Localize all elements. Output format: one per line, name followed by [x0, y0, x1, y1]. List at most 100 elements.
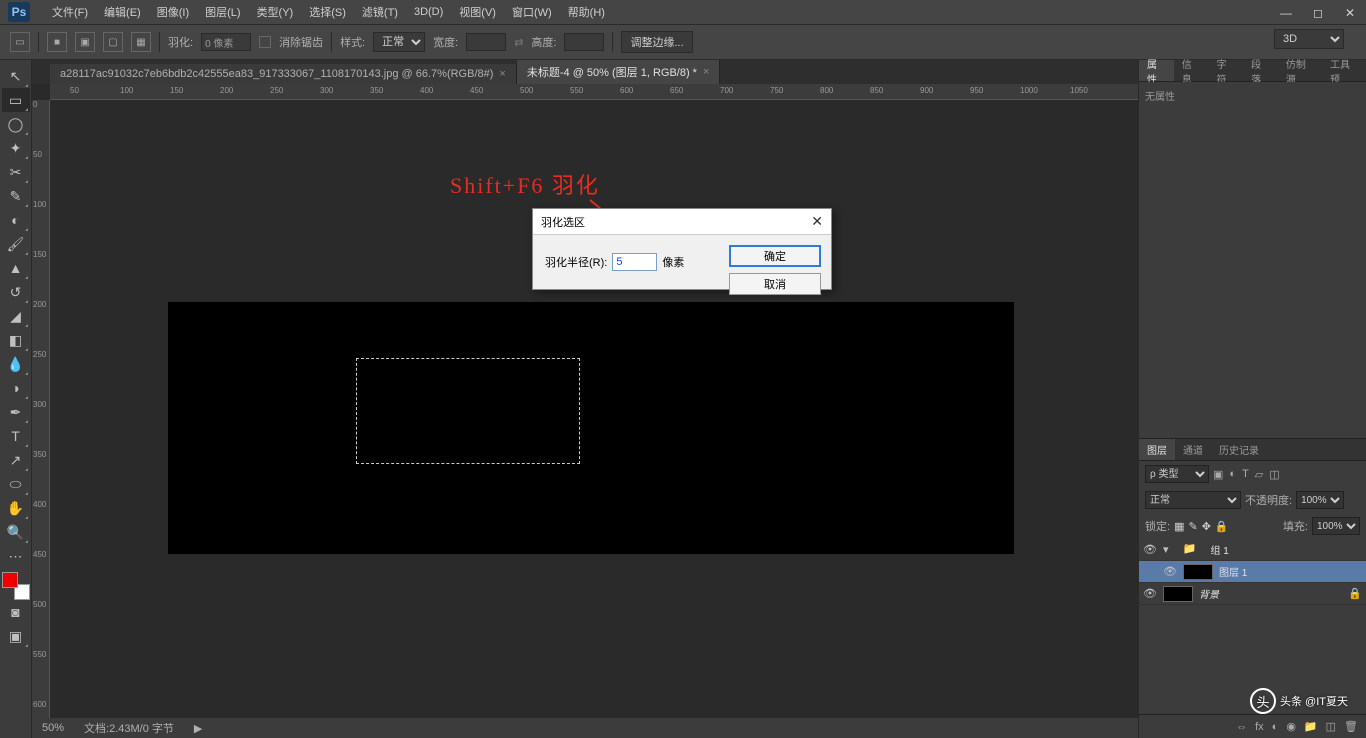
selection-add-icon[interactable]: ▣: [75, 32, 95, 52]
menu-filter[interactable]: 滤镜(T): [354, 4, 406, 20]
menu-view[interactable]: 视图(V): [451, 4, 504, 20]
tab-history[interactable]: 历史记录: [1211, 439, 1267, 460]
lock-brush-icon[interactable]: ✎: [1188, 520, 1197, 533]
layer-row-group[interactable]: 👁 ▾ 📁 组 1: [1139, 539, 1366, 561]
gradient-tool[interactable]: ◧: [2, 328, 30, 352]
fg-color[interactable]: [2, 572, 18, 588]
crop-tool[interactable]: ✂: [2, 160, 30, 184]
menu-edit[interactable]: 编辑(E): [96, 4, 149, 20]
opacity-select[interactable]: 100%: [1296, 491, 1344, 509]
menu-select[interactable]: 选择(S): [301, 4, 354, 20]
screenmode-tool[interactable]: ▣: [2, 624, 30, 648]
status-arrow-icon[interactable]: ▶: [194, 722, 202, 735]
style-select[interactable]: 正常: [373, 32, 425, 52]
color-swatches[interactable]: [2, 572, 30, 600]
ok-button[interactable]: 确定: [729, 245, 821, 267]
layer-filter-select[interactable]: ρ 类型: [1145, 465, 1209, 483]
tab-clone[interactable]: 仿制源: [1278, 60, 1322, 81]
selection-new-icon[interactable]: ■: [47, 32, 67, 52]
menu-type[interactable]: 类型(Y): [249, 4, 302, 20]
brush-tool[interactable]: 🖌: [2, 232, 30, 256]
stamp-tool[interactable]: ▲: [2, 256, 30, 280]
group-icon[interactable]: 📁: [1304, 720, 1318, 733]
swap-icon[interactable]: ⇄: [514, 36, 523, 49]
dialog-close-icon[interactable]: ✕: [811, 213, 823, 230]
height-input[interactable]: [564, 33, 604, 51]
cancel-button[interactable]: 取消: [729, 273, 821, 295]
delete-icon[interactable]: 🗑: [1344, 720, 1358, 733]
visibility-icon[interactable]: 👁: [1163, 565, 1177, 578]
tab-close-icon[interactable]: ×: [499, 68, 505, 80]
pen-tool[interactable]: ✒: [2, 400, 30, 424]
antialias-checkbox[interactable]: [259, 36, 271, 48]
history-brush-tool[interactable]: ↺: [2, 280, 30, 304]
dodge-tool[interactable]: ◑: [2, 376, 30, 400]
eyedropper-tool[interactable]: ✎: [2, 184, 30, 208]
tab-paragraph[interactable]: 段落: [1243, 60, 1278, 81]
tab-layers[interactable]: 图层: [1139, 439, 1175, 460]
type-tool[interactable]: T: [2, 424, 30, 448]
document-tab[interactable]: 未标题-4 @ 50% (图层 1, RGB/8) *×: [517, 60, 721, 84]
close-button[interactable]: ✕: [1334, 0, 1366, 25]
filter-type-icon[interactable]: T: [1242, 468, 1249, 481]
filter-shape-icon[interactable]: ▱: [1255, 468, 1263, 481]
heal-tool[interactable]: ◐: [2, 208, 30, 232]
menu-window[interactable]: 窗口(W): [504, 4, 560, 20]
menu-help[interactable]: 帮助(H): [560, 4, 613, 20]
canvas[interactable]: [168, 302, 1014, 554]
more-tool[interactable]: ⋯: [2, 544, 30, 568]
zoom-level[interactable]: 50%: [42, 722, 64, 734]
selection-intersect-icon[interactable]: ▦: [131, 32, 151, 52]
menu-3d[interactable]: 3D(D): [406, 6, 451, 18]
lock-position-icon[interactable]: ✥: [1202, 520, 1211, 533]
link-layers-icon[interactable]: ⇔: [1236, 721, 1247, 733]
menu-image[interactable]: 图像(I): [149, 4, 197, 20]
layer-name[interactable]: 图层 1: [1219, 564, 1247, 579]
3d-select[interactable]: 3D: [1274, 29, 1344, 49]
zoom-tool[interactable]: 🔍: [2, 520, 30, 544]
marquee-tool[interactable]: ▭: [2, 88, 30, 112]
tab-properties[interactable]: 属性: [1139, 60, 1174, 81]
filter-image-icon[interactable]: ▣: [1213, 468, 1223, 481]
expand-icon[interactable]: ▾: [1163, 543, 1169, 556]
new-layer-icon[interactable]: ◫: [1326, 720, 1336, 733]
blur-tool[interactable]: 💧: [2, 352, 30, 376]
eraser-tool[interactable]: ◢: [2, 304, 30, 328]
selection-subtract-icon[interactable]: ▢: [103, 32, 123, 52]
lock-pixels-icon[interactable]: ▦: [1174, 520, 1184, 533]
quickmask-tool[interactable]: ◙: [2, 600, 30, 624]
visibility-icon[interactable]: 👁: [1143, 587, 1157, 600]
layer-name[interactable]: 背景: [1199, 586, 1219, 601]
tab-character[interactable]: 字符: [1208, 60, 1243, 81]
path-tool[interactable]: ↗: [2, 448, 30, 472]
layer-name[interactable]: 组 1: [1211, 542, 1229, 557]
lasso-tool[interactable]: ◯: [2, 112, 30, 136]
tool-preset-icon[interactable]: ▭: [10, 32, 30, 52]
fx-icon[interactable]: fx: [1255, 721, 1264, 733]
hand-tool[interactable]: ✋: [2, 496, 30, 520]
tab-info[interactable]: 信息: [1174, 60, 1209, 81]
maximize-button[interactable]: ◻: [1302, 0, 1334, 25]
adjustment-icon[interactable]: ◉: [1286, 720, 1296, 733]
move-tool[interactable]: ↖: [2, 64, 30, 88]
fill-select[interactable]: 100%: [1312, 517, 1360, 535]
refine-edge-button[interactable]: 调整边缘...: [621, 31, 692, 53]
lock-all-icon[interactable]: 🔒: [1215, 520, 1229, 533]
shape-tool[interactable]: ⬭: [2, 472, 30, 496]
tab-channels[interactable]: 通道: [1175, 439, 1211, 460]
document-tab[interactable]: a28117ac91032c7eb6bdb2c42555ea83_9173330…: [50, 64, 517, 84]
layer-row[interactable]: 👁 图层 1: [1139, 561, 1366, 583]
filter-adjust-icon[interactable]: ◐: [1229, 468, 1236, 481]
feather-radius-input[interactable]: [612, 253, 657, 271]
filter-smart-icon[interactable]: ◫: [1269, 468, 1279, 481]
tab-close-icon[interactable]: ×: [703, 66, 709, 78]
visibility-icon[interactable]: 👁: [1143, 543, 1157, 556]
wand-tool[interactable]: ✦: [2, 136, 30, 160]
menu-layer[interactable]: 图层(L): [197, 4, 248, 20]
width-input[interactable]: [466, 33, 506, 51]
mask-icon[interactable]: ◐: [1272, 721, 1279, 733]
blend-mode-select[interactable]: 正常: [1145, 491, 1241, 509]
layer-row-background[interactable]: 👁 背景 🔒: [1139, 583, 1366, 605]
feather-input[interactable]: [201, 33, 251, 51]
tab-toolpreset[interactable]: 工具预: [1322, 60, 1366, 81]
